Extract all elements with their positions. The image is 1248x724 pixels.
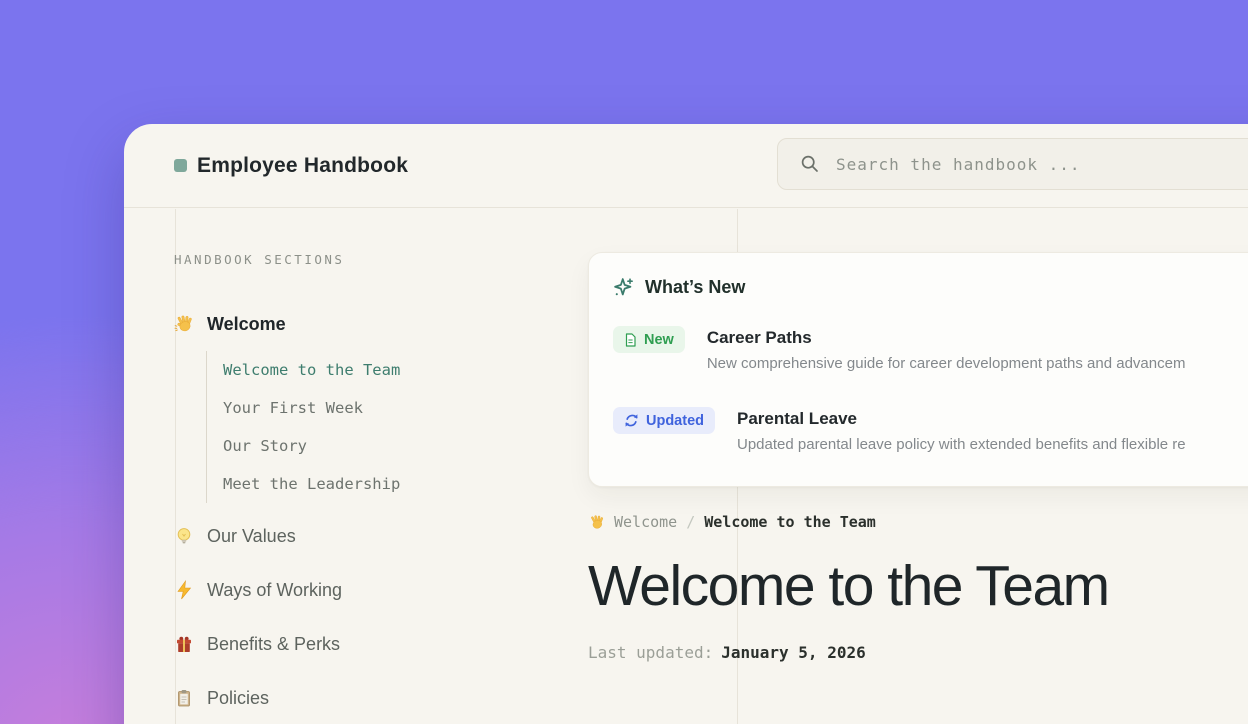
sidebar-subitem-welcome-to-the-team[interactable]: Welcome to the Team bbox=[223, 351, 574, 389]
logo-square-icon bbox=[174, 159, 187, 172]
document-icon bbox=[624, 333, 637, 347]
waving-hand-icon bbox=[588, 514, 605, 531]
handbook-window: Employee Handbook HANDBOOK SECTIONS bbox=[124, 124, 1248, 724]
sidebar-item-benefits-perks[interactable]: Benefits & Perks bbox=[174, 629, 574, 659]
light-bulb-icon bbox=[174, 526, 194, 546]
app-header: Employee Handbook bbox=[124, 124, 1248, 208]
main-content: What’s New New Career Paths New comprehe… bbox=[588, 252, 1248, 662]
new-badge: New bbox=[613, 326, 685, 353]
waving-hand-icon bbox=[174, 314, 194, 334]
last-updated: Last updated: January 5, 2026 bbox=[588, 643, 1248, 662]
sidebar-item-label: Welcome bbox=[207, 314, 286, 335]
breadcrumb: Welcome / Welcome to the Team bbox=[588, 513, 1248, 531]
sidebar-subitem-your-first-week[interactable]: Your First Week bbox=[223, 389, 574, 427]
whats-new-title: What’s New bbox=[645, 277, 745, 298]
sparkle-icon bbox=[613, 277, 634, 298]
search-input[interactable] bbox=[836, 155, 1248, 174]
sidebar-item-label: Benefits & Perks bbox=[207, 634, 340, 655]
breadcrumb-section[interactable]: Welcome bbox=[614, 513, 677, 531]
search-box[interactable] bbox=[777, 138, 1248, 190]
whats-new-item-description: Updated parental leave policy with exten… bbox=[737, 433, 1186, 456]
sidebar-item-label: Policies bbox=[207, 688, 269, 709]
sidebar-subitem-our-story[interactable]: Our Story bbox=[223, 427, 574, 465]
whats-new-header: What’s New bbox=[613, 277, 1248, 298]
badge-label: Updated bbox=[646, 413, 704, 429]
sidebar-section-label: HANDBOOK SECTIONS bbox=[174, 252, 574, 267]
refresh-icon bbox=[624, 413, 639, 428]
whats-new-item-title: Career Paths bbox=[707, 326, 1186, 349]
badge-label: New bbox=[644, 332, 674, 348]
page-title: Welcome to the Team bbox=[588, 555, 1248, 617]
whats-new-item-texts: Parental Leave Updated parental leave po… bbox=[737, 407, 1186, 456]
sidebar-item-label: Our Values bbox=[207, 526, 296, 547]
sidebar: HANDBOOK SECTIONS Welcome Welcome to the… bbox=[174, 252, 574, 713]
sidebar-item-welcome[interactable]: Welcome bbox=[174, 309, 574, 339]
gift-icon bbox=[174, 634, 194, 654]
breadcrumb-separator: / bbox=[686, 513, 695, 531]
sidebar-subitem-meet-the-leadership[interactable]: Meet the Leadership bbox=[223, 465, 574, 503]
sidebar-item-policies[interactable]: Policies bbox=[174, 683, 574, 713]
whats-new-card: What’s New New Career Paths New comprehe… bbox=[588, 252, 1248, 487]
last-updated-label: Last updated: bbox=[588, 643, 713, 662]
app-brand: Employee Handbook bbox=[174, 154, 408, 178]
whats-new-item-title: Parental Leave bbox=[737, 407, 1186, 430]
sidebar-item-ways-of-working[interactable]: Ways of Working bbox=[174, 575, 574, 605]
whats-new-item-texts: Career Paths New comprehensive guide for… bbox=[707, 326, 1186, 375]
sidebar-item-label: Ways of Working bbox=[207, 580, 342, 601]
whats-new-item-career-paths[interactable]: New Career Paths New comprehensive guide… bbox=[613, 326, 1248, 375]
updated-badge: Updated bbox=[613, 407, 715, 434]
lightning-bolt-icon bbox=[174, 580, 194, 600]
sidebar-sublist-welcome: Welcome to the Team Your First Week Our … bbox=[206, 351, 574, 503]
clipboard-icon bbox=[174, 688, 194, 708]
whats-new-item-parental-leave[interactable]: Updated Parental Leave Updated parental … bbox=[613, 407, 1248, 456]
app-title: Employee Handbook bbox=[197, 154, 408, 178]
breadcrumb-current-page: Welcome to the Team bbox=[704, 513, 876, 531]
last-updated-value: January 5, 2026 bbox=[721, 643, 866, 662]
whats-new-item-description: New comprehensive guide for career devel… bbox=[707, 352, 1186, 375]
search-icon bbox=[800, 154, 820, 174]
sidebar-item-our-values[interactable]: Our Values bbox=[174, 521, 574, 551]
